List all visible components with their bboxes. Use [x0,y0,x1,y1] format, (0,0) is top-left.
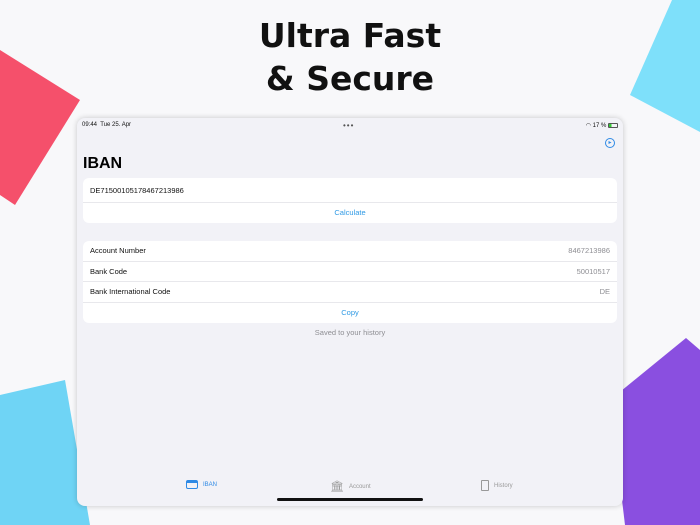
tab-account[interactable]: 🏛 Account [330,480,371,493]
calculate-button[interactable]: Calculate [83,203,617,223]
tab-label: IBAN [203,481,218,488]
info-button[interactable]: ▸ [605,138,615,148]
page-title: IBAN [83,155,123,172]
battery-icon [608,122,618,128]
home-indicator[interactable] [277,498,423,501]
card-icon [186,480,198,489]
result-value: DE [599,287,610,297]
tab-history[interactable]: History [481,480,513,491]
result-row: Account Number 8467213986 [83,241,617,262]
multitask-dots[interactable]: ••• [343,121,354,130]
status-date: Tue 25. Apr [100,122,132,128]
result-label: Account Number [90,246,146,256]
result-label: Bank International Code [90,287,171,297]
bank-icon: 🏛 [330,481,344,493]
saved-text: Saved to your history [314,328,386,337]
tab-label: Account [348,483,371,490]
wifi-icon: ◠ [585,123,591,129]
headline: Ultra Fast & Secure [0,14,700,100]
tab-label: History [494,482,513,489]
result-value: 8467213986 [568,246,610,256]
results-card: Account Number 8467213986 Bank Code 500105… [83,241,617,323]
result-value: 50010517 [576,266,610,276]
result-label: Bank Code [90,266,128,276]
copy-button[interactable]: Copy [83,303,617,323]
battery-percent: 17 % [592,123,607,129]
play-icon: ▸ [608,140,612,146]
clipboard-icon [481,480,489,491]
status-time: 09:44 [82,122,98,128]
result-row: Bank International Code DE [83,282,617,303]
ipad-screen: 09:44 Tue 25. Apr ◠ 17 % ••• ▸ IBAN DE71… [77,118,623,506]
iban-input[interactable]: DE71500105178467213986 [83,178,617,203]
result-row: Bank Code 50010517 [83,262,617,282]
iban-card: DE71500105178467213986 Calculate [83,178,617,223]
tab-bar: IBAN 🏛 Account History [77,480,623,494]
tab-iban[interactable]: IBAN [186,480,217,489]
headline-line-1: Ultra Fast [258,16,442,55]
headline-line-2: & Secure [265,59,435,98]
iban-input-value: DE71500105178467213986 [90,185,184,195]
